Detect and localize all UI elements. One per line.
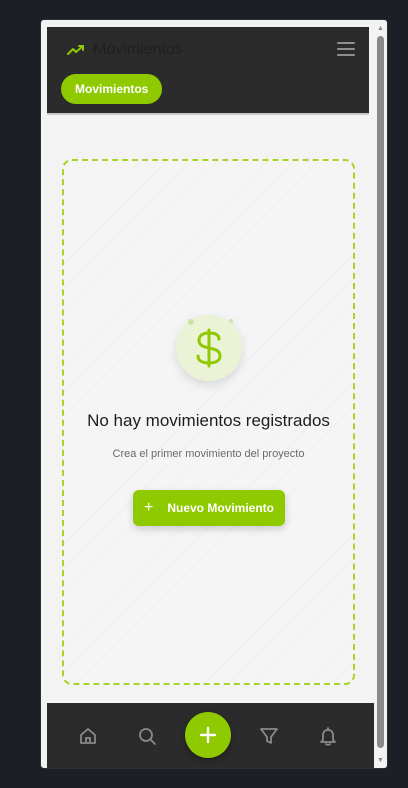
app-window: Movimientos Movimientos No hay movimient… [40,19,388,769]
home-icon[interactable] [77,725,99,747]
search-icon[interactable] [136,725,158,747]
bottom-nav [47,703,381,768]
scroll-down-icon[interactable]: ▼ [377,757,384,764]
scrollbar[interactable]: ▲ ▼ [374,20,387,768]
trending-up-icon [67,45,84,55]
app-content: Movimientos Movimientos No hay movimient… [47,27,381,768]
decorative-dot [188,319,194,325]
page-title: Movimientos [93,41,183,58]
new-movement-button[interactable]: + Nuevo Movimiento [133,490,285,526]
menu-icon[interactable] [337,42,355,56]
plus-icon: + [143,499,154,516]
empty-state-title: No hay movimientos registrados [87,411,330,430]
brand: Movimientos [67,41,183,59]
tab-movimientos[interactable]: Movimientos [61,74,163,104]
scrollbar-thumb[interactable] [377,36,384,748]
filter-icon[interactable] [258,725,280,747]
add-fab-button[interactable] [185,712,231,758]
empty-state-panel: No hay movimientos registrados Crea el p… [62,159,355,685]
empty-state-subtitle: Crea el primer movimiento del proyecto [112,448,305,460]
dollar-badge [176,315,242,381]
new-movement-label: Nuevo Movimiento [167,501,275,515]
bell-icon[interactable] [317,725,339,747]
plus-icon [199,726,217,744]
app-header: Movimientos Movimientos [47,27,369,115]
scroll-up-icon[interactable]: ▲ [377,25,384,32]
decorative-dot [229,319,233,323]
dollar-icon [196,328,222,368]
